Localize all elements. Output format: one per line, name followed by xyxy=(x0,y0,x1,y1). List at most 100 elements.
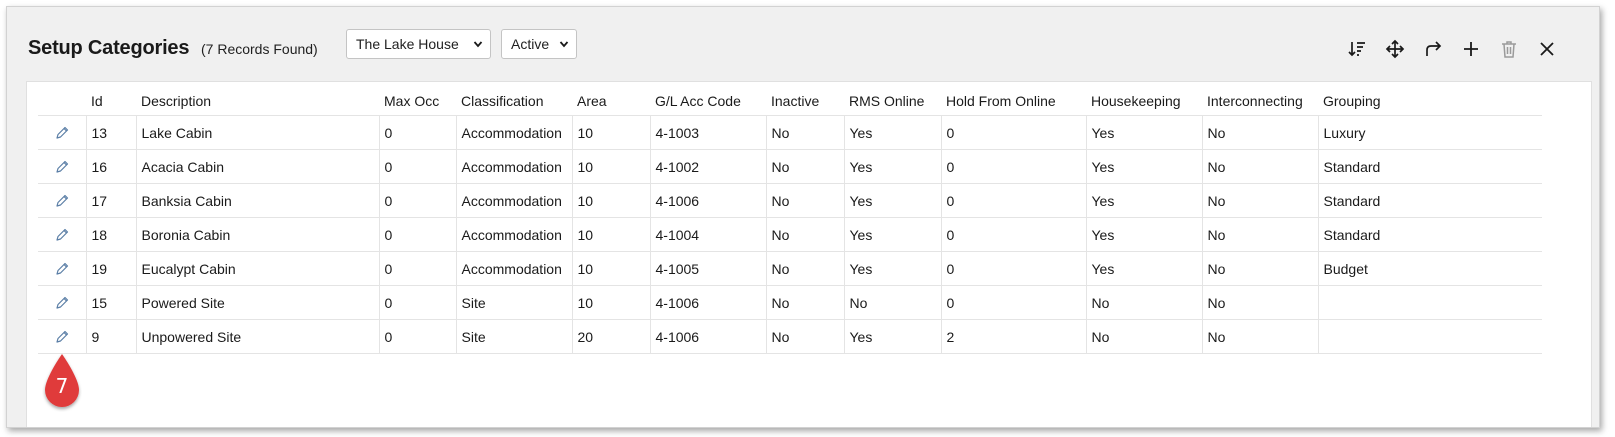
cell-gl-acc-code: 4-1006 xyxy=(650,319,767,354)
cell-housekeeping: Yes xyxy=(1086,183,1203,218)
record-count: (7 Records Found) xyxy=(201,41,318,57)
cell-grouping: Luxury xyxy=(1318,115,1542,150)
column-header-gl-acc-code[interactable]: G/L Acc Code xyxy=(650,87,766,116)
move-button[interactable] xyxy=(1383,37,1407,61)
sort-icon xyxy=(1348,42,1365,57)
cell-max-occ: 0 xyxy=(379,149,457,184)
sort-button[interactable] xyxy=(1345,37,1369,61)
cell-classification: Accommodation xyxy=(456,217,573,252)
table-row[interactable]: 16 Acacia Cabin 0 Accommodation 10 4-1002 No Ye… xyxy=(38,149,1542,184)
edit-pencil-icon[interactable] xyxy=(54,261,70,277)
column-header-grouping[interactable]: Grouping xyxy=(1318,87,1542,116)
redo-button[interactable] xyxy=(1421,37,1445,61)
cell-housekeeping: No xyxy=(1086,319,1203,354)
column-header-interconnecting[interactable]: Interconnecting xyxy=(1202,87,1318,116)
column-header-inactive[interactable]: Inactive xyxy=(766,87,844,116)
cell-classification: Accommodation xyxy=(456,115,573,150)
cell-description: Lake Cabin xyxy=(136,115,380,150)
cell-hold-from-online: 0 xyxy=(941,251,1087,286)
cell-max-occ: 0 xyxy=(379,115,457,150)
cell-grouping xyxy=(1318,319,1542,354)
cell-grouping xyxy=(1318,285,1542,320)
add-button[interactable] xyxy=(1459,37,1483,61)
cell-housekeeping: No xyxy=(1086,285,1203,320)
cell-area: 20 xyxy=(572,319,651,354)
cell-id: 9 xyxy=(86,319,137,354)
cell-classification: Accommodation xyxy=(456,251,573,286)
column-header-hold-from-online[interactable]: Hold From Online xyxy=(941,87,1086,116)
column-header-rms-online[interactable]: RMS Online xyxy=(844,87,941,116)
column-header-housekeeping[interactable]: Housekeeping xyxy=(1086,87,1202,116)
cell-id: 19 xyxy=(86,251,137,286)
column-header-area[interactable]: Area xyxy=(572,87,650,116)
cell-area: 10 xyxy=(572,251,651,286)
categories-table: Id Description Max Occ Classification Ar… xyxy=(38,87,1542,354)
chevron-down-icon xyxy=(473,41,483,48)
cell-max-occ: 0 xyxy=(379,285,457,320)
cell-description: Unpowered Site xyxy=(136,319,380,354)
cell-gl-acc-code: 4-1004 xyxy=(650,217,767,252)
status-select[interactable]: Active xyxy=(501,29,577,59)
cell-interconnecting: No xyxy=(1202,183,1319,218)
cell-rms-online: Yes xyxy=(844,183,942,218)
edit-cell xyxy=(38,319,87,354)
cell-interconnecting: No xyxy=(1202,319,1319,354)
cell-description: Boronia Cabin xyxy=(136,217,380,252)
column-header-description[interactable]: Description xyxy=(136,87,379,116)
cell-grouping: Standard xyxy=(1318,183,1542,218)
cell-inactive: No xyxy=(766,115,845,150)
table-row[interactable]: 13 Lake Cabin 0 Accommodation 10 4-1003 No Yes 0… xyxy=(38,115,1542,150)
cell-id: 18 xyxy=(86,217,137,252)
edit-cell xyxy=(38,149,87,184)
cell-grouping: Standard xyxy=(1318,217,1542,252)
edit-pencil-icon[interactable] xyxy=(54,329,70,345)
cell-interconnecting: No xyxy=(1202,149,1319,184)
cell-interconnecting: No xyxy=(1202,285,1319,320)
cell-rms-online: Yes xyxy=(844,217,942,252)
cell-id: 16 xyxy=(86,149,137,184)
table-row[interactable]: 15 Powered Site 0 Site 10 4-1006 No No 0 No No xyxy=(38,285,1542,320)
delete-icon xyxy=(1502,41,1516,58)
cell-description: Banksia Cabin xyxy=(136,183,380,218)
edit-column-header xyxy=(38,87,86,116)
close-icon xyxy=(1540,42,1554,56)
edit-pencil-icon[interactable] xyxy=(54,295,70,311)
edit-pencil-icon[interactable] xyxy=(54,159,70,175)
cell-classification: Accommodation xyxy=(456,149,573,184)
column-header-id[interactable]: Id xyxy=(86,87,136,116)
property-select-value: The Lake House xyxy=(356,36,459,52)
cell-gl-acc-code: 4-1002 xyxy=(650,149,767,184)
cell-interconnecting: No xyxy=(1202,251,1319,286)
cell-id: 17 xyxy=(86,183,137,218)
edit-pencil-icon[interactable] xyxy=(54,193,70,209)
property-select[interactable]: The Lake House xyxy=(346,29,491,59)
edit-pencil-icon[interactable] xyxy=(54,227,70,243)
cell-description: Acacia Cabin xyxy=(136,149,380,184)
cell-area: 10 xyxy=(572,149,651,184)
cell-id: 13 xyxy=(86,115,137,150)
cell-housekeeping: Yes xyxy=(1086,217,1203,252)
cell-hold-from-online: 2 xyxy=(941,319,1087,354)
edit-cell xyxy=(38,285,87,320)
column-header-classification[interactable]: Classification xyxy=(456,87,572,116)
edit-pencil-icon[interactable] xyxy=(54,125,70,141)
edit-cell xyxy=(38,115,87,150)
cell-rms-online: Yes xyxy=(844,149,942,184)
cell-id: 15 xyxy=(86,285,137,320)
cell-max-occ: 0 xyxy=(379,183,457,218)
table-row[interactable]: 18 Boronia Cabin 0 Accommodation 10 4-1004 No Y… xyxy=(38,217,1542,252)
edit-cell xyxy=(38,251,87,286)
toolbar xyxy=(1345,37,1559,61)
cell-area: 10 xyxy=(572,285,651,320)
table-row[interactable]: 17 Banksia Cabin 0 Accommodation 10 4-1006 No Y… xyxy=(38,183,1542,218)
cell-classification: Site xyxy=(456,319,573,354)
table-row[interactable]: 19 Eucalypt Cabin 0 Accommodation 10 4-1005 No… xyxy=(38,251,1542,286)
delete-button[interactable] xyxy=(1497,37,1521,61)
cell-rms-online: Yes xyxy=(844,251,942,286)
cell-description: Eucalypt Cabin xyxy=(136,251,380,286)
column-header-max-occ[interactable]: Max Occ xyxy=(379,87,456,116)
cell-inactive: No xyxy=(766,149,845,184)
close-button[interactable] xyxy=(1535,37,1559,61)
table-header-row: Id Description Max Occ Classification Ar… xyxy=(38,87,1542,116)
table-row[interactable]: 9 Unpowered Site 0 Site 20 4-1006 No Yes 2 No No xyxy=(38,319,1542,354)
